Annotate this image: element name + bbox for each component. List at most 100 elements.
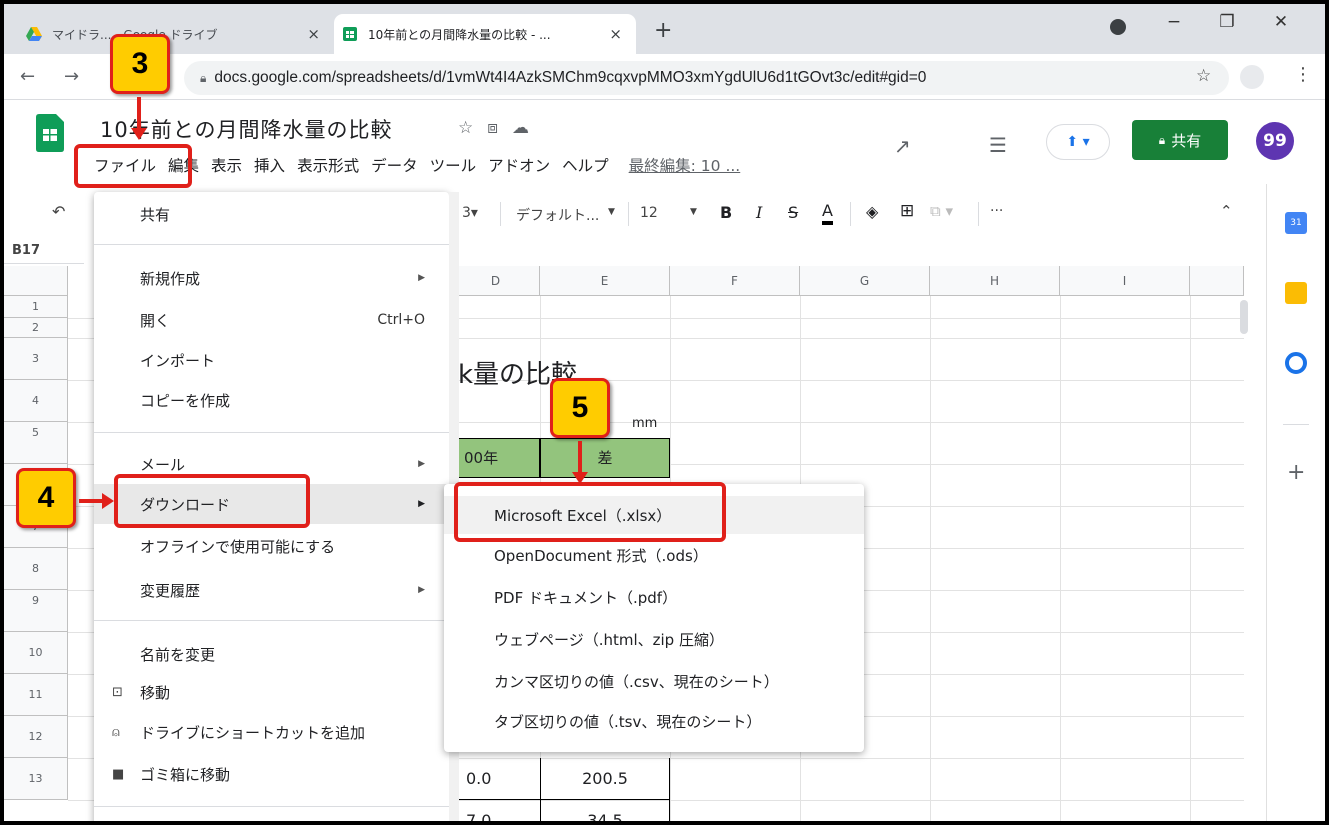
arrow-head-icon [102, 493, 114, 509]
strikethrough-icon[interactable]: S [788, 203, 798, 222]
zoom-select[interactable]: 3▾ [462, 205, 478, 221]
name-box[interactable]: B17 [4, 238, 84, 264]
download-csv[interactable]: カンマ区切りの値（.csv、現在のシート） [444, 662, 864, 700]
corner-cell[interactable] [4, 266, 68, 296]
data-cell[interactable]: 200.5 [540, 758, 670, 800]
row-header[interactable]: 1 [4, 296, 68, 318]
menu-format[interactable]: 表示形式 [291, 154, 365, 176]
tab-drive[interactable]: マイドラ... - Google ドライブ × [12, 14, 334, 54]
last-edit-link[interactable]: 最終編集: 10 ... [623, 154, 747, 176]
row-header[interactable]: 9 [4, 590, 68, 632]
download-html[interactable]: ウェブページ（.html、zip 圧縮） [444, 620, 864, 658]
row-header[interactable]: 5 [4, 422, 68, 464]
forward-icon[interactable]: → [64, 66, 79, 87]
calendar-icon[interactable]: 31 [1285, 212, 1307, 234]
row-header[interactable]: 8 [4, 548, 68, 590]
menu-item-offline[interactable]: オフラインで使用可能にする [94, 526, 449, 566]
new-tab-button[interactable]: + [654, 18, 672, 43]
row-header[interactable]: 4 [4, 380, 68, 422]
row-header[interactable]: 2 [4, 318, 68, 338]
add-icon[interactable]: + [1287, 460, 1305, 485]
menu-item-history[interactable]: 変更履歴 ▶ [94, 570, 449, 610]
data-cell[interactable]: 34.5 [540, 800, 670, 821]
close-icon[interactable]: × [609, 25, 622, 43]
present-button[interactable]: ⬆︎ ▾ [1046, 124, 1110, 160]
menu-item-open[interactable]: 開く Ctrl+O [94, 300, 449, 340]
menu-item-copy[interactable]: コピーを作成 [94, 380, 449, 420]
close-icon[interactable]: × [307, 25, 320, 43]
row-header[interactable]: 13 [4, 758, 68, 800]
more-tools-icon[interactable]: ··· [990, 203, 1003, 219]
unit-cell[interactable]: mm [632, 416, 657, 431]
collapse-icon[interactable]: ⌃ [1220, 202, 1233, 220]
sheets-logo-icon[interactable] [36, 114, 64, 152]
download-tsv[interactable]: タブ区切りの値（.tsv、現在のシート） [444, 702, 864, 740]
tab-sheet[interactable]: 10年前との月間降水量の比較 - ... × [334, 14, 636, 54]
header-cell-year[interactable]: 00年 [458, 438, 540, 478]
url-text: docs.google.com/spreadsheets/d/1vmWt4I4A… [214, 69, 927, 86]
data-cell[interactable]: 7.0 [458, 800, 540, 821]
close-window-icon[interactable]: ✕ [1266, 12, 1296, 32]
text-color-icon[interactable]: A [822, 201, 833, 225]
column-header[interactable]: G [800, 266, 930, 296]
menu-item-trash[interactable]: ■ ゴミ箱に移動 [94, 754, 449, 794]
menu-item-import[interactable]: インポート [94, 340, 449, 380]
bold-icon[interactable]: B [720, 203, 732, 222]
column-header[interactable]: H [930, 266, 1060, 296]
trend-icon[interactable]: ↗ [894, 134, 911, 158]
row-header[interactable]: 3 [4, 338, 68, 380]
star-icon[interactable]: ☆ [1196, 66, 1211, 86]
font-select[interactable]: デフォルト... [516, 205, 599, 225]
data-cell[interactable]: 0.0 [458, 758, 540, 800]
undo-icon[interactable]: ↶ [52, 202, 65, 221]
back-icon[interactable]: ← [20, 66, 35, 87]
row-header[interactable]: 12 [4, 716, 68, 758]
profile-dot-icon[interactable] [1110, 19, 1126, 35]
keep-icon[interactable] [1285, 282, 1307, 304]
row-header[interactable]: 11 [4, 674, 68, 716]
menu-insert[interactable]: 挿入 [248, 154, 291, 176]
italic-icon[interactable]: I [756, 203, 762, 222]
menu-addons[interactable]: アドオン [482, 154, 556, 176]
header-cell-diff[interactable]: 差 [540, 438, 670, 478]
font-size-field[interactable]: 12 [640, 205, 658, 221]
tab-label: 10年前との月間降水量の比較 - ... [368, 27, 551, 42]
menu-view[interactable]: 表示 [205, 154, 248, 176]
column-header[interactable]: E [540, 266, 670, 296]
grid-line [930, 296, 931, 821]
menu-item-share[interactable]: 共有 [94, 194, 449, 234]
menu-item-new[interactable]: 新規作成 ▶ [94, 258, 449, 298]
column-header[interactable]: I [1060, 266, 1190, 296]
menu-item-move[interactable]: ⊡ 移動 [94, 672, 449, 712]
menu-item-rename[interactable]: 名前を変更 [94, 634, 449, 674]
merge-icon[interactable]: ⧉ ▾ [930, 202, 953, 220]
borders-icon[interactable]: ⊞ [900, 201, 914, 221]
download-pdf[interactable]: PDF ドキュメント（.pdf） [444, 578, 864, 616]
restore-icon[interactable]: ❐ [1212, 12, 1242, 32]
chevron-down-icon[interactable]: ▼ [608, 207, 615, 217]
menu-help[interactable]: ヘルプ [556, 154, 615, 176]
fill-color-icon[interactable]: ◈ [866, 202, 878, 221]
divider [500, 202, 501, 226]
more-icon[interactable]: ⋮ [1294, 64, 1312, 85]
highlight-file-menu [74, 144, 192, 188]
tasks-icon[interactable] [1285, 352, 1307, 374]
avatar[interactable]: 99 [1256, 122, 1294, 160]
column-header[interactable]: F [670, 266, 800, 296]
url-field[interactable]: 🔒︎ docs.google.com/spreadsheets/d/1vmWt4… [184, 61, 1229, 95]
folder-move-icon: ⊡ [112, 684, 123, 700]
row-header[interactable]: 10 [4, 632, 68, 674]
menu-item-shortcut[interactable]: ⍝ ドライブにショートカットを追加 [94, 712, 449, 752]
account-icon[interactable] [1240, 65, 1264, 89]
column-header[interactable]: D [452, 266, 540, 296]
title-icons[interactable]: ☆⧈☁︎ [458, 118, 543, 138]
scrollbar-thumb[interactable] [1240, 300, 1248, 334]
divider [978, 202, 979, 226]
menu-tools[interactable]: ツール [424, 154, 483, 176]
minimize-icon[interactable]: − [1159, 12, 1189, 32]
column-header[interactable] [1190, 266, 1244, 296]
menu-data[interactable]: データ [365, 154, 424, 176]
comment-icon[interactable]: ☰ [989, 133, 1007, 157]
chevron-down-icon[interactable]: ▼ [690, 207, 697, 217]
share-button[interactable]: 🔒︎ 共有 [1132, 120, 1228, 160]
